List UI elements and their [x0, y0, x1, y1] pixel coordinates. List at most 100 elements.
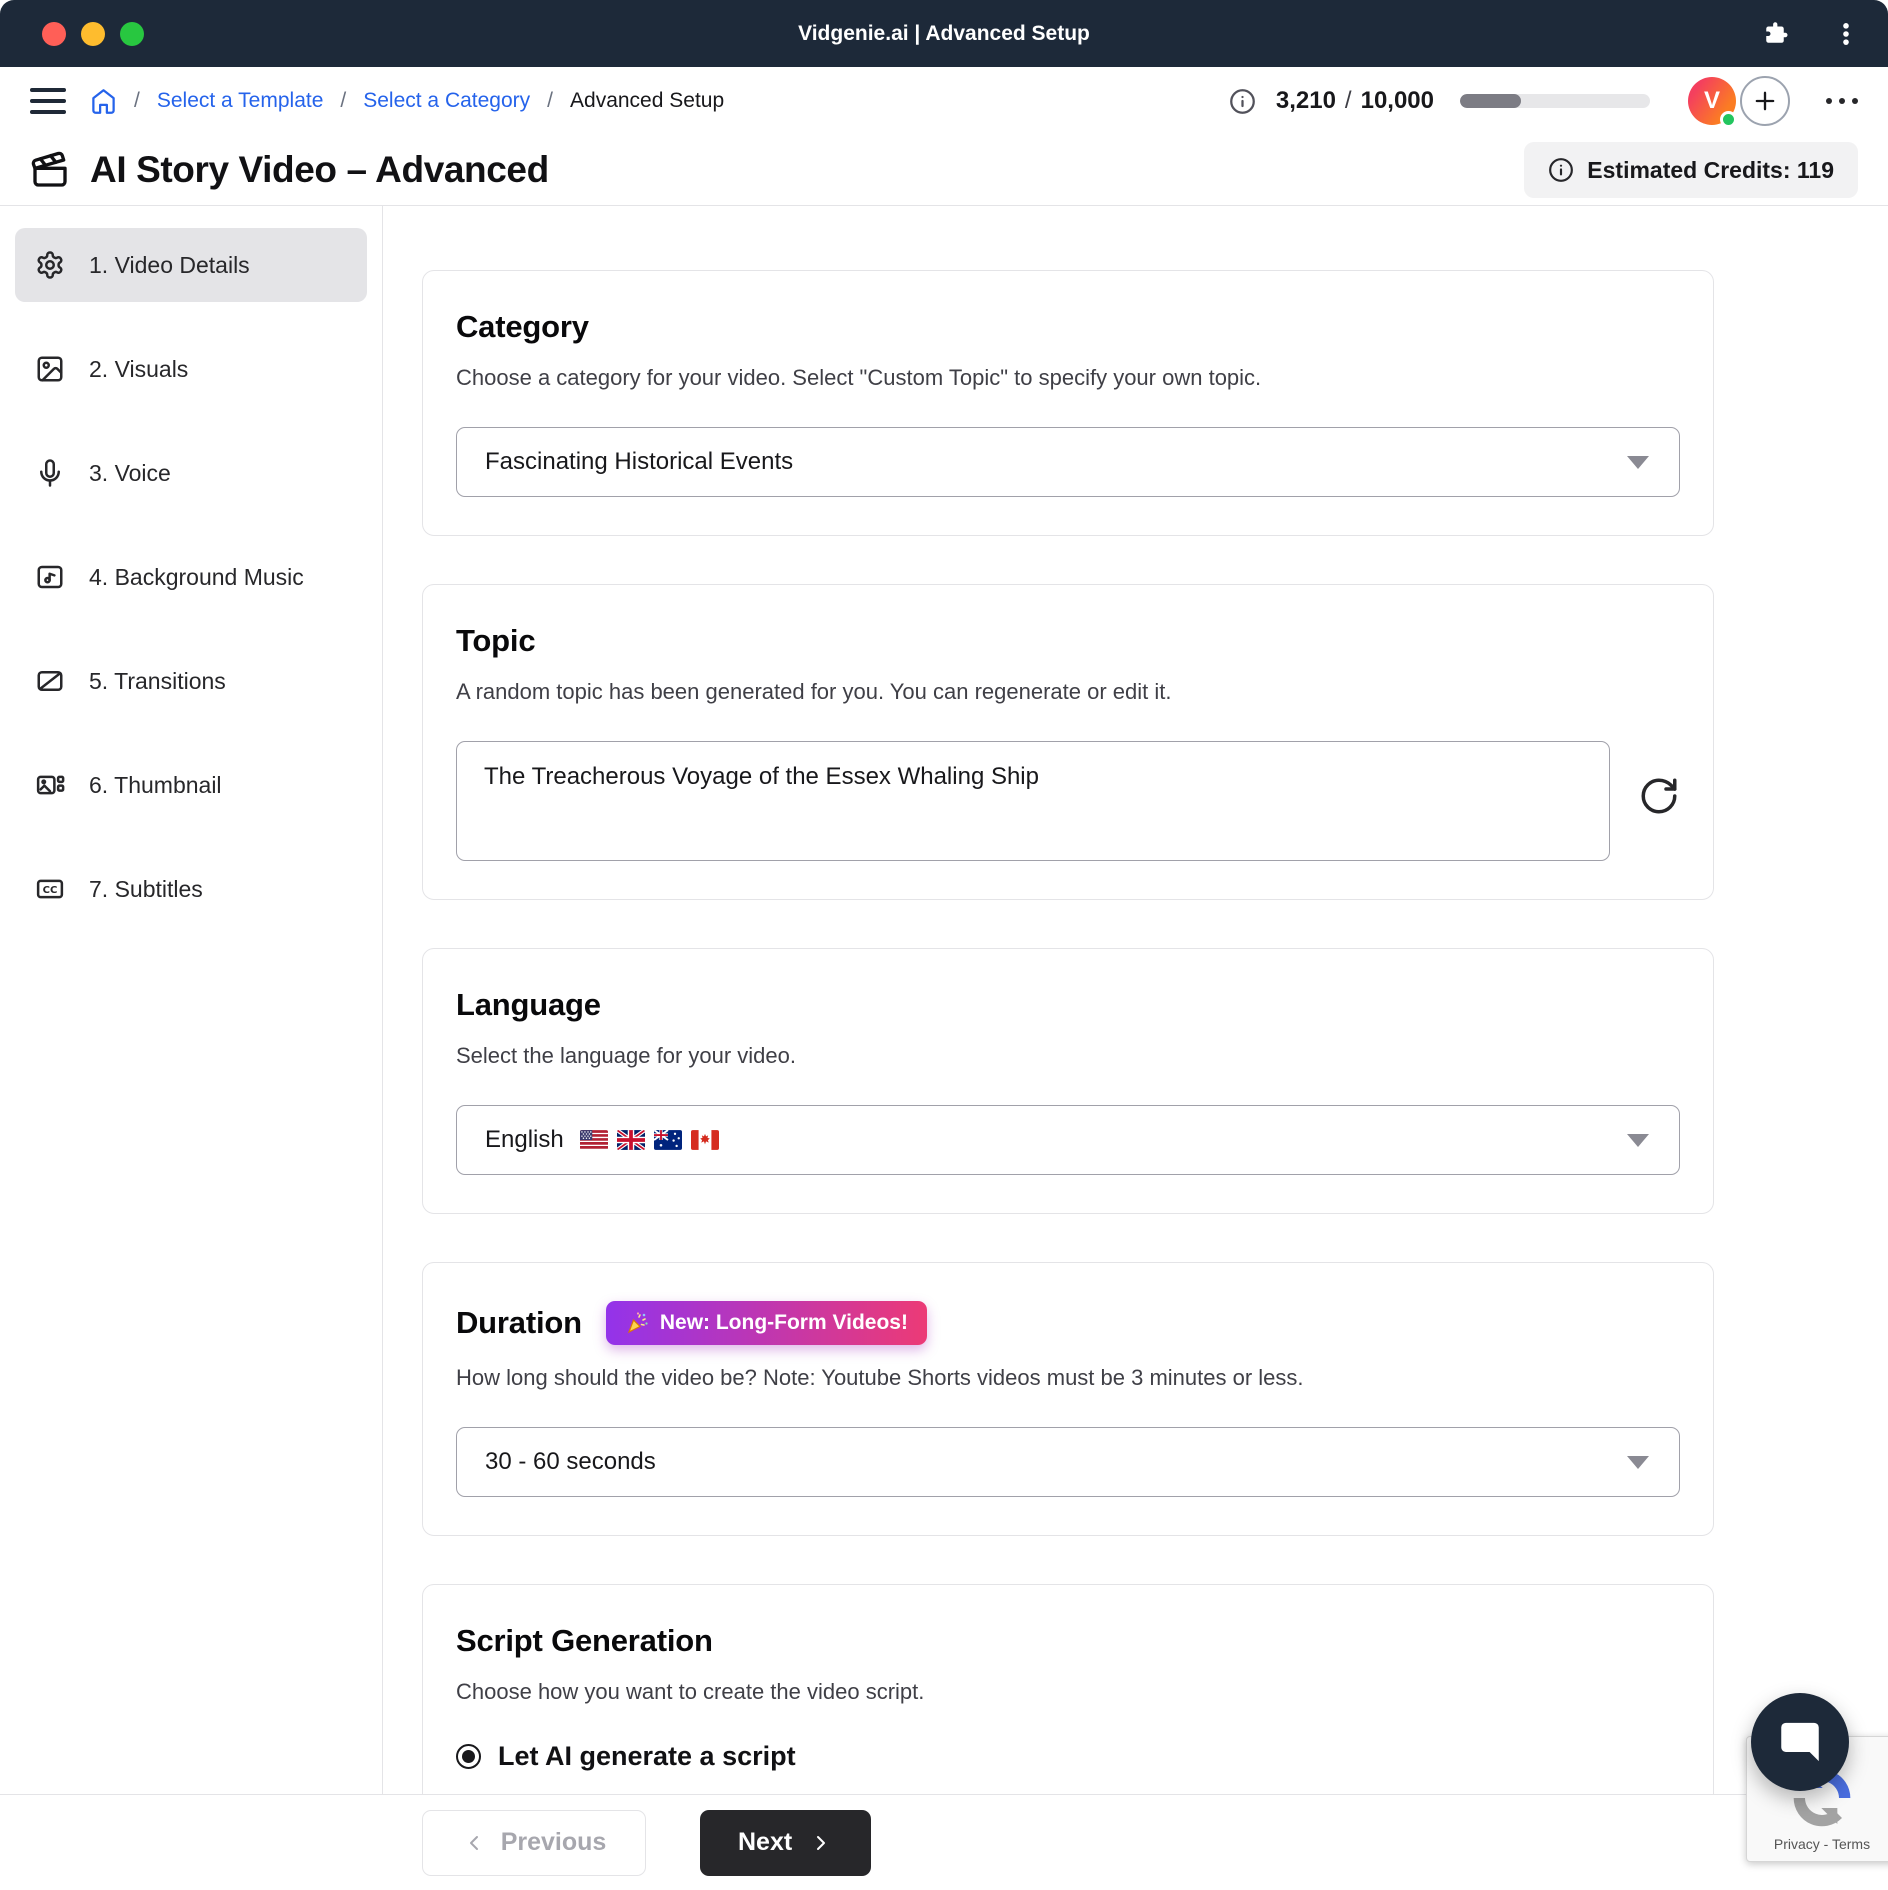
- duration-title: Duration: [456, 1305, 582, 1341]
- sidebar-item-thumbnail[interactable]: 6. Thumbnail: [15, 748, 367, 822]
- sidebar-item-transitions[interactable]: 5. Transitions: [15, 644, 367, 718]
- language-title: Language: [456, 987, 1680, 1023]
- image-icon: [35, 354, 65, 384]
- chevron-right-icon: [809, 1831, 833, 1855]
- minimize-window-button[interactable]: [81, 22, 105, 46]
- breadcrumb-separator: /: [547, 89, 553, 113]
- previous-button[interactable]: Previous: [422, 1810, 646, 1876]
- duration-card: Duration New: Long-Form Videos! How long…: [422, 1262, 1714, 1536]
- extensions-puzzle-icon[interactable]: [1760, 19, 1790, 49]
- script-option-ai-generate[interactable]: Let AI generate a script: [456, 1741, 1680, 1772]
- svg-text:CC: CC: [43, 885, 58, 896]
- add-credits-button[interactable]: [1740, 76, 1790, 126]
- topic-input[interactable]: The Treacherous Voyage of the Essex Whal…: [456, 741, 1610, 861]
- online-status-dot: [1720, 111, 1737, 128]
- category-title: Category: [456, 309, 1680, 345]
- home-icon[interactable]: [90, 88, 117, 115]
- sidebar-item-subtitles[interactable]: CC 7. Subtitles: [15, 852, 367, 926]
- refresh-icon: [1638, 775, 1680, 817]
- closed-captions-icon: CC: [35, 874, 65, 904]
- transition-icon: [35, 666, 65, 696]
- regenerate-topic-button[interactable]: [1638, 775, 1680, 817]
- category-card: Category Choose a category for your vide…: [422, 270, 1714, 536]
- category-select[interactable]: Fascinating Historical Events: [456, 427, 1680, 497]
- sidebar-item-label: 3. Voice: [89, 460, 171, 487]
- topic-card: Topic A random topic has been generated …: [422, 584, 1714, 900]
- flag-ca-icon: [691, 1130, 719, 1150]
- microphone-icon: [35, 458, 65, 488]
- chevron-down-icon: [1627, 1134, 1649, 1147]
- category-description: Choose a category for your video. Select…: [456, 365, 1680, 391]
- topic-title: Topic: [456, 623, 1680, 659]
- credits-counter: 3,210 / 10,000: [1276, 87, 1434, 115]
- more-options-ellipsis-icon[interactable]: [1826, 98, 1858, 104]
- script-option-radio[interactable]: [456, 1744, 481, 1769]
- script-option-label: Let AI generate a script: [498, 1741, 796, 1772]
- avatar[interactable]: V: [1688, 77, 1736, 125]
- sidebar-item-background-music[interactable]: 4. Background Music: [15, 540, 367, 614]
- flag-au-icon: [654, 1130, 682, 1150]
- sidebar-item-label: 2. Visuals: [89, 356, 188, 383]
- clapperboard-icon: [30, 150, 70, 190]
- window-title: Vidgenie.ai | Advanced Setup: [798, 22, 1090, 46]
- breadcrumb-current: Advanced Setup: [570, 89, 724, 113]
- sidebar-item-label: 7. Subtitles: [89, 876, 203, 903]
- close-window-button[interactable]: [42, 22, 66, 46]
- content-area: 1. Video Details 2. Visuals 3. Voice 4. …: [0, 205, 1888, 1890]
- main-form: Category Choose a category for your vide…: [383, 206, 1888, 1890]
- window-controls: [42, 22, 144, 46]
- breadcrumb-link-category[interactable]: Select a Category: [363, 89, 530, 113]
- chat-bubble-icon: [1775, 1717, 1825, 1767]
- sidebar-item-label: 6. Thumbnail: [89, 772, 222, 799]
- page-title: AI Story Video – Advanced: [30, 149, 549, 191]
- credits-progress-fill: [1460, 94, 1521, 108]
- script-description: Choose how you want to create the video …: [456, 1679, 1680, 1705]
- steps-sidebar: 1. Video Details 2. Visuals 3. Voice 4. …: [0, 206, 383, 1794]
- party-popper-icon: [625, 1311, 649, 1335]
- thumbnail-icon: [35, 770, 65, 800]
- wizard-footer: Previous Next: [0, 1794, 1888, 1890]
- window-titlebar: Vidgenie.ai | Advanced Setup: [0, 0, 1888, 67]
- language-card: Language Select the language for your vi…: [422, 948, 1714, 1214]
- language-select[interactable]: English: [456, 1105, 1680, 1175]
- chevron-left-icon: [462, 1831, 486, 1855]
- sidebar-item-video-details[interactable]: 1. Video Details: [15, 228, 367, 302]
- estimated-credits-badge: Estimated Credits: 119: [1524, 142, 1858, 198]
- menu-hamburger-icon[interactable]: [30, 88, 66, 114]
- breadcrumb-separator: /: [340, 89, 346, 113]
- long-form-badge: New: Long-Form Videos!: [606, 1301, 927, 1345]
- browser-menu-kebab-icon[interactable]: [1832, 20, 1860, 48]
- credits-info-icon[interactable]: [1229, 88, 1256, 115]
- gear-icon: [35, 250, 65, 280]
- credits-used: 3,210: [1276, 87, 1336, 115]
- script-title: Script Generation: [456, 1623, 1680, 1659]
- sidebar-item-visuals[interactable]: 2. Visuals: [15, 332, 367, 406]
- music-note-icon: [35, 562, 65, 592]
- zoom-window-button[interactable]: [120, 22, 144, 46]
- recaptcha-privacy-terms[interactable]: Privacy - Terms: [1774, 1836, 1870, 1852]
- info-icon: [1548, 157, 1574, 183]
- language-description: Select the language for your video.: [456, 1043, 1680, 1069]
- sidebar-item-label: 1. Video Details: [89, 252, 250, 279]
- sidebar-item-voice[interactable]: 3. Voice: [15, 436, 367, 510]
- language-flags: [580, 1130, 719, 1150]
- sidebar-item-label: 5. Transitions: [89, 668, 226, 695]
- page-header: AI Story Video – Advanced Estimated Cred…: [0, 135, 1888, 205]
- topic-description: A random topic has been generated for yo…: [456, 679, 1680, 705]
- flag-us-icon: [580, 1130, 608, 1150]
- app-header: / Select a Template / Select a Category …: [0, 67, 1888, 135]
- credits-total: 10,000: [1361, 87, 1434, 115]
- chat-widget-button[interactable]: [1751, 1693, 1849, 1791]
- category-selected-value: Fascinating Historical Events: [485, 448, 793, 476]
- sidebar-item-label: 4. Background Music: [89, 564, 304, 591]
- flag-gb-icon: [617, 1130, 645, 1150]
- duration-description: How long should the video be? Note: Yout…: [456, 1365, 1680, 1391]
- next-button[interactable]: Next: [700, 1810, 871, 1876]
- breadcrumb-link-template[interactable]: Select a Template: [157, 89, 324, 113]
- duration-selected-value: 30 - 60 seconds: [485, 1448, 656, 1476]
- credits-progress-bar: [1460, 94, 1650, 108]
- breadcrumb: / Select a Template / Select a Category …: [90, 88, 724, 115]
- duration-select[interactable]: 30 - 60 seconds: [456, 1427, 1680, 1497]
- chevron-down-icon: [1627, 456, 1649, 469]
- language-selected-value: English: [485, 1126, 564, 1154]
